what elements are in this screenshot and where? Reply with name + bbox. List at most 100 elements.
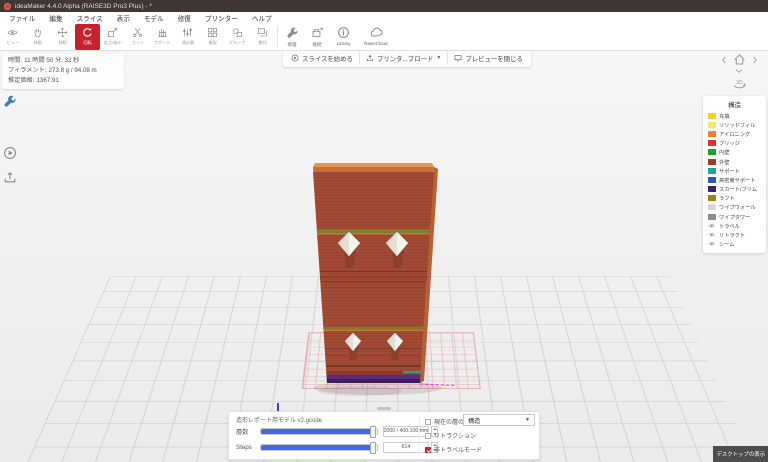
slider-value[interactable]: 614 — [383, 442, 429, 453]
monitor-icon — [454, 54, 462, 62]
legend-entry-label: ラフト — [719, 194, 735, 202]
grid-icon — [207, 27, 218, 38]
legend-entry[interactable]: ソリッドフィル — [703, 120, 766, 129]
slider-track[interactable] — [260, 444, 378, 451]
legend-entry[interactable]: ワイプウォール — [703, 203, 766, 212]
tool-connect[interactable]: 接続 — [305, 24, 330, 50]
tool-view[interactable]: ビュー — [0, 24, 25, 50]
stat-label: 推定価格: — [8, 77, 34, 84]
legend-entry-label: 外壁 — [719, 158, 729, 166]
cut-icon — [132, 27, 143, 38]
legend-entry-label: ワイプウォール — [719, 204, 756, 212]
option-3[interactable]: 非トラベルモード — [425, 445, 482, 454]
button-label: プレビューを閉じる — [465, 54, 523, 63]
tool-align[interactable]: 整列 — [250, 24, 275, 50]
checkbox[interactable] — [425, 419, 431, 425]
tool-raisecloud[interactable]: RaiseCloud — [357, 24, 395, 50]
eye-icon[interactable] — [708, 240, 716, 248]
side-tool-slice-settings[interactable] — [3, 94, 17, 108]
tool-group[interactable]: グループ — [225, 24, 250, 50]
menu-item-プリンター[interactable]: プリンター — [198, 13, 245, 23]
play-circle-icon — [3, 146, 17, 160]
chevron-left-icon[interactable] — [719, 55, 729, 65]
option-2[interactable]: リトラクション — [425, 431, 476, 440]
eye-icon[interactable] — [708, 231, 716, 239]
tool-scale[interactable]: 拡大/縮小 — [100, 24, 125, 50]
legend-entry[interactable]: アイロニング — [703, 129, 766, 138]
legend-entry[interactable]: 充填 — [703, 111, 766, 120]
tool-cut[interactable]: カット — [125, 24, 150, 50]
eye-icon[interactable] — [708, 222, 716, 230]
legend-entry[interactable]: ラフト — [703, 194, 766, 203]
checkbox[interactable] — [425, 447, 431, 453]
legend-entry-label: 高密度サポート — [719, 176, 756, 184]
stat-value: 11 時間 50 分, 32 秒 — [24, 57, 79, 64]
start-slice-button[interactable]: スライスを始める — [285, 49, 359, 67]
legend-entry[interactable]: 内壁 — [703, 148, 766, 157]
model-preview[interactable] — [298, 151, 458, 416]
chevron-down-icon[interactable] — [734, 66, 744, 76]
legend-entry[interactable]: リトラクト — [703, 230, 766, 239]
stat-value: 1367.91 — [36, 77, 58, 84]
home-icon[interactable] — [733, 53, 746, 66]
menu-item-ファイル[interactable]: ファイル — [2, 13, 42, 23]
stat-label: 時間: — [8, 57, 22, 64]
preview-control-panel: 造形レポート用モデル v2.gcode 層数2000 / 400.100 mmS… — [228, 411, 540, 460]
menu-item-スライス[interactable]: スライス — [70, 13, 110, 23]
menu-item-表示[interactable]: 表示 — [110, 13, 137, 23]
tool-support[interactable]: サポート — [150, 24, 175, 50]
legend-rows: 充填ソリッドフィルアイロニングブリッジ内壁外壁サポート高密度サポートスカート/ブ… — [703, 111, 766, 249]
menu-item-編集[interactable]: 編集 — [42, 13, 69, 23]
hand-icon — [32, 27, 43, 38]
tool-duplicate[interactable]: 複製 — [200, 24, 225, 50]
panel-drag-handle[interactable] — [377, 407, 391, 410]
upload-to-printer-button[interactable]: プリンタ...プロード▼ — [360, 49, 447, 67]
tool-library[interactable]: Library — [330, 24, 357, 50]
legend-entry-label: サポート — [719, 167, 740, 175]
eye-icon — [7, 27, 18, 38]
slider-label: Steps — [236, 444, 260, 451]
legend-entry[interactable]: サポート — [703, 166, 766, 175]
tool-adaptive-layer[interactable]: 適応層 — [175, 24, 200, 50]
slider-thumb[interactable] — [370, 442, 376, 454]
tool-rotate[interactable]: 回転 — [75, 24, 100, 50]
legend-entry[interactable]: トラベル — [703, 221, 766, 230]
tool-label: 拡大/縮小 — [104, 40, 122, 45]
close-preview-button[interactable]: プレビューを閉じる — [448, 49, 529, 67]
gcode-filename: 造形レポート用モデル v2.gcode — [236, 415, 322, 424]
legend-entry[interactable]: ワイプタワー — [703, 212, 766, 221]
viewport-3d[interactable] — [0, 51, 768, 462]
show-desktop-button[interactable]: デスクトップの表示 — [713, 446, 768, 462]
title-bar: ideaMaker 4.4.0 Alpha (RAISE3D Pro3 Plus… — [0, 0, 768, 12]
rotate-3d-icon[interactable]: 3D — [732, 76, 747, 91]
legend-color-swatch — [708, 149, 716, 155]
slider-track[interactable] — [260, 428, 378, 435]
tool-pan[interactable]: 移動 — [25, 24, 50, 50]
menu-item-ヘルプ[interactable]: ヘルプ — [245, 13, 279, 23]
slider-thumb[interactable] — [370, 426, 376, 438]
checkbox[interactable] — [425, 433, 431, 439]
menu-item-モデル[interactable]: モデル — [137, 13, 171, 23]
legend-entry[interactable]: 高密度サポート — [703, 175, 766, 184]
tool-repair[interactable]: 修理 — [280, 24, 305, 50]
tool-label: 回転 — [83, 40, 91, 45]
legend-entry[interactable]: ブリッジ — [703, 139, 766, 148]
chevron-down-icon[interactable]: ▼ — [436, 55, 441, 61]
steps-slider-row: Steps 614 — [236, 442, 438, 452]
slider-value[interactable]: 2000 / 400.100 mm — [383, 426, 429, 437]
chevron-right-icon[interactable] — [750, 55, 760, 65]
legend-entry[interactable]: シーム — [703, 240, 766, 249]
tool-move[interactable]: 移動 — [50, 24, 75, 50]
side-tool-export[interactable] — [3, 170, 17, 184]
legend-color-swatch — [708, 214, 716, 220]
side-tool-preview[interactable] — [3, 146, 17, 160]
menu-item-修復[interactable]: 修復 — [171, 13, 198, 23]
legend-color-swatch — [708, 140, 716, 146]
legend-entry-label: スカート/ブリム — [719, 185, 757, 193]
shapes-icon — [232, 27, 243, 38]
legend-entry[interactable]: スカート/ブリム — [703, 185, 766, 194]
slider-fill — [261, 429, 372, 434]
legend-entry[interactable]: 外壁 — [703, 157, 766, 166]
action-bar: スライスを始めるプリンタ...プロード▼ プレビューを閉じる — [283, 49, 531, 67]
view-mode-dropdown[interactable]: 構造 ▼ — [463, 414, 535, 426]
